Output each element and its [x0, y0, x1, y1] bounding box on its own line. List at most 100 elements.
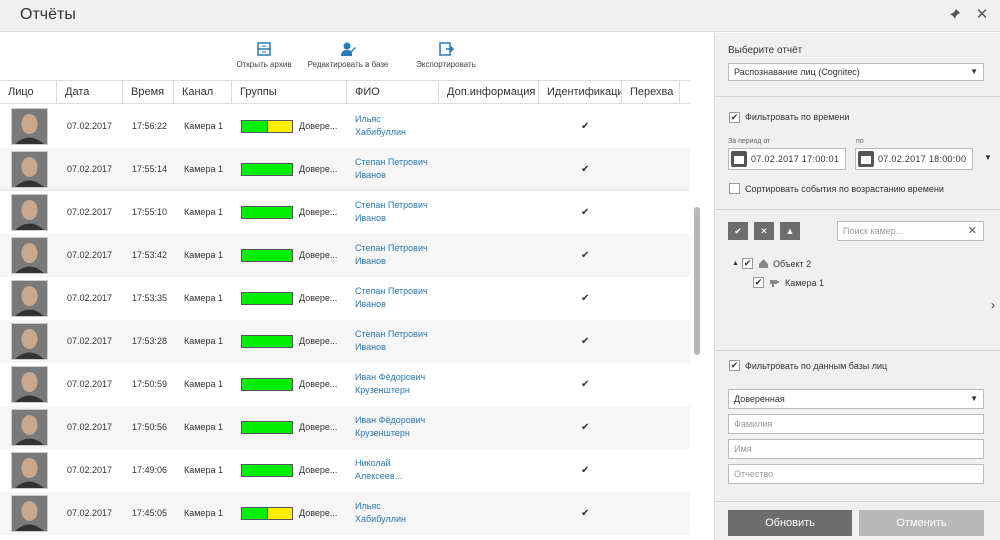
fio-link[interactable]: Иван Фёдорович Крузенштерн [355, 371, 425, 397]
column-header-date[interactable]: Дата [57, 81, 123, 103]
pin-icon[interactable] [948, 8, 962, 22]
fio-link[interactable]: Ильяс Хабибуллин [355, 113, 406, 139]
group-indicator-secondary [267, 508, 292, 519]
group-select-value: Доверенная [734, 394, 785, 404]
identification-check: ✔ [581, 293, 590, 304]
fio-link[interactable]: Степан Петрович Иванов [355, 242, 428, 268]
sort-ascending-checkbox[interactable] [729, 183, 740, 194]
deselect-cameras-button[interactable]: ✕ [754, 222, 774, 240]
table-row[interactable]: 07.02.2017 17:55:10 Камера 1 Довере... Степа… [0, 191, 690, 234]
column-header-identification[interactable]: Идентификаци [539, 81, 622, 103]
vertical-scrollbar[interactable] [694, 207, 700, 355]
fio-link[interactable]: Степан Петрович Иванов [355, 156, 428, 182]
calendar-icon[interactable] [731, 151, 747, 167]
name-placeholder: Имя [734, 444, 752, 454]
face-thumbnail[interactable] [11, 108, 48, 145]
identification-check: ✔ [581, 250, 590, 261]
patronymic-field[interactable]: Отчество [728, 464, 984, 484]
close-icon[interactable]: ✕ [975, 7, 989, 22]
table-row[interactable]: 07.02.2017 17:53:35 Камера 1 Довере... Степа… [0, 277, 690, 320]
column-header-time[interactable]: Время [123, 81, 174, 103]
date-cell: 07.02.2017 [67, 293, 113, 303]
face-thumbnail[interactable] [11, 194, 48, 231]
group-select[interactable]: Доверенная ▼ [728, 389, 984, 409]
face-thumbnail[interactable] [11, 323, 48, 360]
face-thumbnail[interactable] [11, 409, 48, 446]
channel-cell: Камера 1 [184, 508, 223, 518]
column-header-groups[interactable]: Группы [232, 81, 347, 103]
face-thumbnail[interactable] [11, 237, 48, 274]
fio-line-1: Степан Петрович [355, 157, 428, 167]
filter-time-checkbox[interactable]: ✔ [729, 112, 740, 123]
group-indicator [241, 507, 293, 520]
table-row[interactable]: 07.02.2017 17:55:14 Камера 1 Довере... Степа… [0, 148, 690, 191]
calendar-icon[interactable] [858, 151, 874, 167]
column-header-intercept[interactable]: Перехва [622, 81, 680, 103]
surname-field[interactable]: Фамилия [728, 414, 984, 434]
group-label: Довере... [299, 207, 338, 217]
title-bar: Отчёты ✕ [0, 0, 1000, 32]
group-indicator-secondary [267, 121, 292, 132]
fio-link[interactable]: Николай Алексеев... [355, 457, 402, 483]
clear-icon[interactable]: ✕ [968, 222, 977, 240]
group-indicator [241, 249, 293, 262]
tree-collapse-icon[interactable]: ▲ [732, 260, 739, 267]
camera-1-checkbox[interactable]: ✔ [753, 277, 764, 288]
edit-in-db-button[interactable]: Редактировать в базе [305, 41, 391, 69]
name-field[interactable]: Имя [728, 439, 984, 459]
table-header: Лицо Дата Время Канал Группы ФИО Доп.инф… [0, 80, 690, 104]
divider [715, 350, 1000, 351]
cancel-button[interactable]: Отменить [859, 510, 984, 536]
report-select[interactable]: Распознавание лиц (Cognitec) ▼ [728, 63, 984, 81]
table-row[interactable]: 07.02.2017 17:53:28 Камера 1 Довере... Степа… [0, 320, 690, 363]
chevron-down-icon[interactable]: ▼ [984, 153, 992, 162]
table-row[interactable]: 07.02.2017 17:53:42 Камера 1 Довере... Степа… [0, 234, 690, 277]
date-cell: 07.02.2017 [67, 508, 113, 518]
column-header-face[interactable]: Лицо [0, 81, 57, 103]
channel-cell: Камера 1 [184, 250, 223, 260]
period-from-label: За период от [728, 138, 771, 145]
fio-link[interactable]: Ильяс Хабибуллин [355, 500, 406, 526]
fio-link[interactable]: Степан Петрович Иванов [355, 328, 428, 354]
fio-link[interactable]: Степан Петрович Иванов [355, 199, 428, 225]
table-row[interactable]: 07.02.2017 17:49:06 Камера 1 Довере... Никол… [0, 449, 690, 492]
fio-link[interactable]: Иван Фёдорович Крузенштерн [355, 414, 425, 440]
column-header-channel[interactable]: Канал [174, 81, 232, 103]
date-cell: 07.02.2017 [67, 336, 113, 346]
date-cell: 07.02.2017 [67, 465, 113, 475]
identification-check: ✔ [581, 379, 590, 390]
column-header-extra-info[interactable]: Доп.информация [439, 81, 539, 103]
object-2-checkbox[interactable]: ✔ [742, 258, 753, 269]
update-button[interactable]: Обновить [728, 510, 852, 536]
face-thumbnail[interactable] [11, 495, 48, 532]
face-thumbnail[interactable] [11, 452, 48, 489]
time-cell: 17:45:05 [132, 508, 168, 518]
time-cell: 17:49:06 [132, 465, 168, 475]
channel-cell: Камера 1 [184, 422, 223, 432]
filter-time-label: Фильтровать по времени [745, 112, 850, 122]
table-row[interactable]: 07.02.2017 17:45:05 Камера 1 Довере... Ильяс… [0, 492, 690, 535]
collapse-tree-button[interactable]: ▲ [780, 222, 800, 240]
chevron-right-icon[interactable]: › [991, 298, 995, 312]
camera-search-input[interactable]: Поиск камер... ✕ [837, 221, 984, 241]
group-indicator [241, 292, 293, 305]
channel-cell: Камера 1 [184, 379, 223, 389]
open-archive-button[interactable]: Открыть архив [230, 41, 298, 69]
select-all-cameras-button[interactable]: ✔ [728, 222, 748, 240]
face-thumbnail[interactable] [11, 280, 48, 317]
date-from-field[interactable]: 07.02.2017 17:00:01 [728, 148, 846, 170]
fio-line-2: Иванов [355, 299, 386, 309]
face-thumbnail[interactable] [11, 151, 48, 188]
fio-line-2: Хабибуллин [355, 514, 406, 524]
column-header-fio[interactable]: ФИО [347, 81, 439, 103]
date-to-field[interactable]: 07.02.2017 18:00:00 [855, 148, 973, 170]
export-button[interactable]: Экспортировать [412, 41, 480, 69]
filter-db-checkbox[interactable]: ✔ [729, 360, 740, 371]
table-row[interactable]: 07.02.2017 17:50:59 Камера 1 Довере... Иван … [0, 363, 690, 406]
face-thumbnail[interactable] [11, 366, 48, 403]
time-cell: 17:53:28 [132, 336, 168, 346]
fio-link[interactable]: Степан Петрович Иванов [355, 285, 428, 311]
divider [715, 501, 1000, 502]
table-row[interactable]: 07.02.2017 17:56:22 Камера 1 Довере... Ильяс… [0, 105, 690, 148]
table-row[interactable]: 07.02.2017 17:50:56 Камера 1 Довере... Иван … [0, 406, 690, 449]
